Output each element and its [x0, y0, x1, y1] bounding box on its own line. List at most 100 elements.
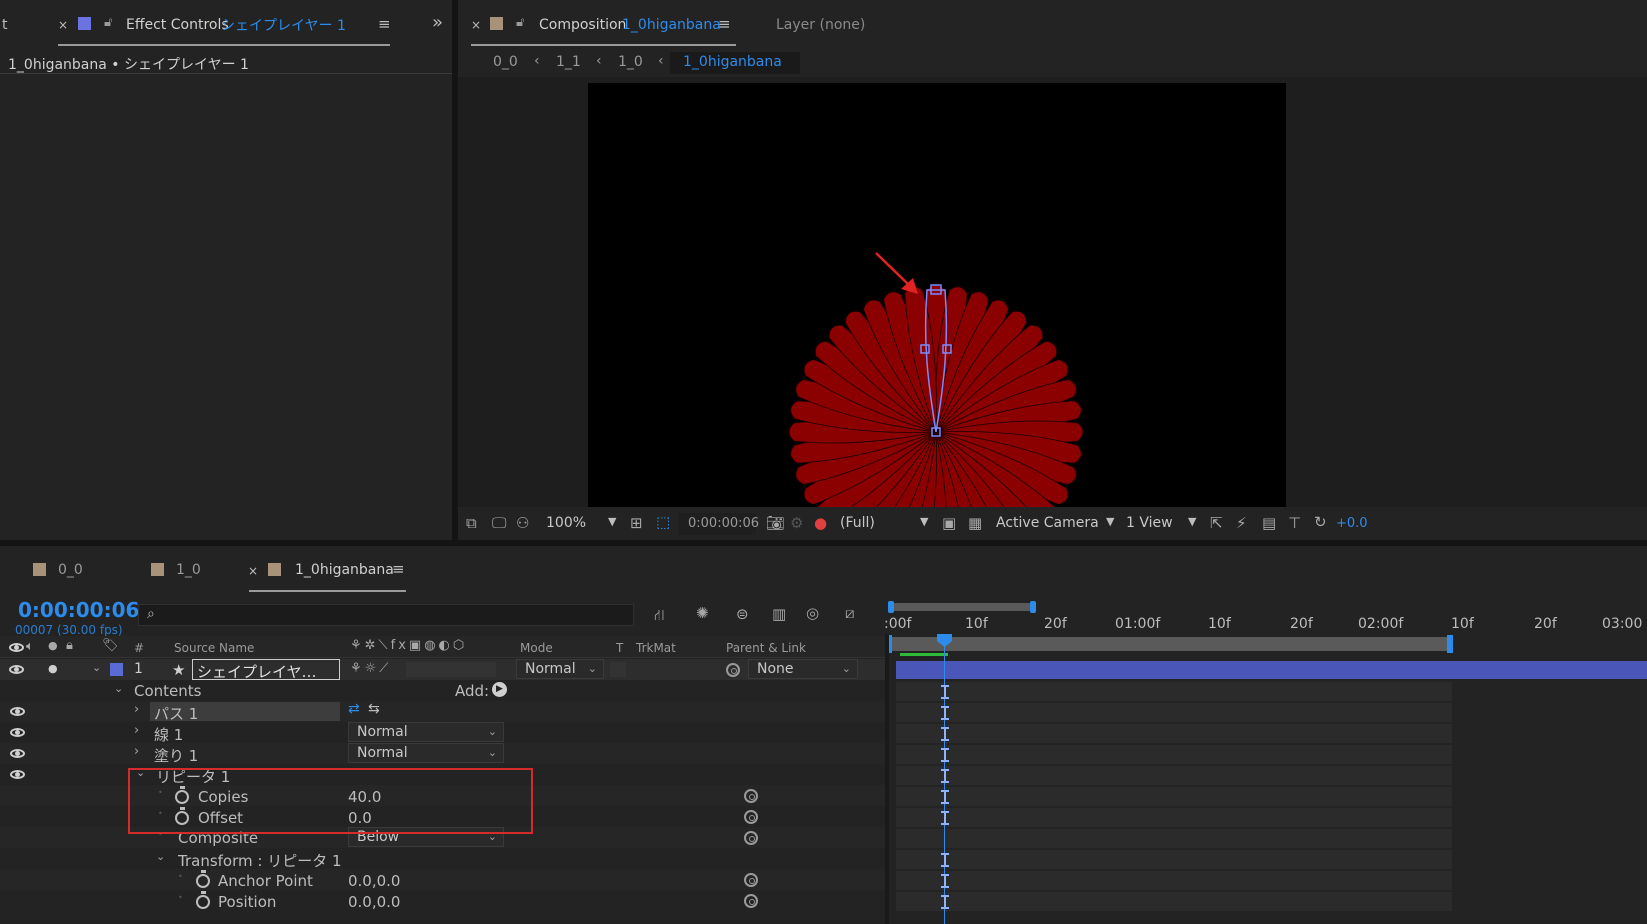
- chevron-down-icon[interactable]: ⌄: [156, 851, 165, 862]
- audio-icon[interactable]: 🔈︎: [26, 640, 34, 653]
- chevron-right-icon[interactable]: ›: [134, 745, 139, 758]
- property-visibility-icon[interactable]: [10, 707, 25, 716]
- parent-link-header[interactable]: Parent & Link: [726, 641, 806, 655]
- monitor-icon[interactable]: 🖵︎: [492, 516, 506, 531]
- composition-tab-name[interactable]: 1_0higanbana: [622, 17, 721, 33]
- label-tag-icon[interactable]: 🏷︎: [102, 639, 119, 652]
- camera-snapshot-icon[interactable]: 📷︎: [766, 516, 785, 531]
- panel-menu-icon[interactable]: ≡: [718, 15, 731, 33]
- chevron-down-icon[interactable]: ⌄: [114, 683, 123, 694]
- viewer-timecode[interactable]: 0:00:00:06: [688, 516, 759, 531]
- layer-label-color[interactable]: [110, 663, 123, 676]
- keyframe-marker[interactable]: [941, 853, 949, 867]
- show-snapshot-icon[interactable]: ⚙: [790, 516, 803, 531]
- timeline-tab[interactable]: 0_0: [58, 562, 83, 578]
- work-area-end-handle[interactable]: [1030, 601, 1036, 613]
- shy-layers-icon[interactable]: ⊜: [736, 607, 749, 622]
- close-tab-icon[interactable]: ×: [471, 18, 481, 32]
- solo-dot-icon[interactable]: ●: [48, 663, 58, 674]
- graph-editor-icon[interactable]: ⧄: [845, 606, 855, 621]
- keyframe-marker[interactable]: [941, 748, 949, 762]
- chevron-down-icon[interactable]: ▼: [608, 515, 616, 528]
- comp-canvas[interactable]: [588, 83, 1286, 507]
- keyframe-marker[interactable]: [941, 811, 949, 825]
- position-value[interactable]: 0.0,0.0: [348, 893, 400, 911]
- add-menu-icon[interactable]: ▶: [492, 682, 507, 697]
- stroke-mode-select[interactable]: Normal ⌄: [348, 722, 504, 742]
- timeline-pane-divider[interactable]: [885, 634, 889, 924]
- timeline-range-bar[interactable]: [889, 637, 1449, 651]
- layer-search-input[interactable]: ⌕: [138, 604, 634, 626]
- keyframe-marker[interactable]: [941, 895, 949, 909]
- switch-cell[interactable]: [406, 662, 496, 677]
- work-area-bar[interactable]: [892, 603, 1032, 611]
- layer-visibility-icon[interactable]: [9, 665, 24, 674]
- chevron-right-icon[interactable]: ›: [134, 724, 139, 737]
- stopwatch-icon[interactable]: [196, 870, 210, 888]
- range-end-handle[interactable]: [1447, 635, 1453, 653]
- composition-viewer[interactable]: [458, 77, 1647, 507]
- mode-header[interactable]: Mode: [520, 641, 553, 655]
- effect-controls-tab-label[interactable]: Effect Controls: [126, 17, 229, 33]
- color-channels-icon[interactable]: ●: [814, 516, 827, 531]
- close-tab-icon[interactable]: ×: [58, 18, 68, 32]
- timeline-tab[interactable]: 1_0: [176, 562, 201, 578]
- stopwatch-icon[interactable]: [196, 891, 210, 909]
- exposure-value[interactable]: +0.0: [1336, 516, 1368, 531]
- layer-row[interactable]: ● ⌄ 1 ★ シェイプレイヤ… ⚘☼⟋ Normal ⌄ None ⌄: [0, 659, 885, 681]
- trkmat-header[interactable]: TrkMat: [636, 641, 676, 655]
- close-tab-icon[interactable]: ×: [248, 564, 258, 578]
- keyframe-marker[interactable]: [941, 685, 949, 699]
- comp-crumb[interactable]: 1_0: [618, 54, 643, 70]
- property-visibility-icon[interactable]: [10, 728, 25, 737]
- keyframe-marker[interactable]: [941, 706, 949, 720]
- keyframe-marker[interactable]: [941, 790, 949, 804]
- property-visibility-icon[interactable]: [10, 770, 25, 779]
- position-row[interactable]: • Position 0.0,0.0: [0, 890, 885, 911]
- trkmat-cell[interactable]: [610, 662, 626, 677]
- pick-whip-icon[interactable]: [744, 831, 758, 845]
- fill-row[interactable]: › 塗り 1 Normal ⌄: [0, 743, 885, 765]
- work-area-start-handle[interactable]: [888, 601, 894, 613]
- layer-mode-select[interactable]: Normal ⌄: [516, 659, 604, 679]
- resolution-select[interactable]: (Full): [840, 515, 875, 531]
- panel-menu-icon[interactable]: ≡: [392, 560, 405, 578]
- fast-preview-icon[interactable]: ⚡: [1236, 516, 1247, 531]
- region-of-interest-icon[interactable]: ▣: [942, 516, 956, 531]
- frame-blending-icon[interactable]: ▥: [772, 607, 786, 622]
- layer-viewer-tab[interactable]: Layer (none): [776, 17, 865, 33]
- stroke-row[interactable]: › 線 1 Normal ⌄: [0, 722, 885, 744]
- partial-tab-label[interactable]: t: [2, 17, 8, 33]
- chevron-down-icon[interactable]: ⌄: [92, 662, 101, 673]
- chevron-down-icon[interactable]: ▼: [1106, 515, 1114, 528]
- expand-panels-icon[interactable]: »: [432, 12, 443, 33]
- path-row[interactable]: › パス 1 ⇄ ⇆: [0, 701, 885, 723]
- pick-whip-icon[interactable]: [726, 663, 740, 677]
- panel-menu-icon[interactable]: ≡: [378, 15, 391, 33]
- path-direction-reverse-icon[interactable]: ⇆: [368, 701, 380, 717]
- motion-blur-icon[interactable]: ◎: [806, 606, 819, 621]
- chevron-down-icon[interactable]: ▼: [1188, 515, 1196, 528]
- pick-whip-icon[interactable]: [744, 894, 758, 908]
- zoom-select[interactable]: 100%: [546, 515, 586, 531]
- lock-column-icon[interactable]: 🔒︎: [66, 639, 73, 652]
- draft-3d-icon[interactable]: ✺: [696, 606, 709, 621]
- source-name-header[interactable]: Source Name: [174, 641, 254, 655]
- pick-whip-icon[interactable]: [744, 810, 758, 824]
- anchor-point-row[interactable]: • Anchor Point 0.0,0.0: [0, 869, 885, 890]
- transparency-grid-icon[interactable]: ▦: [968, 516, 982, 531]
- chevron-down-icon[interactable]: ▼: [920, 515, 928, 528]
- pick-whip-icon[interactable]: [744, 789, 758, 803]
- comp-crumb[interactable]: 0_0: [493, 54, 518, 70]
- transform-row[interactable]: ⌄ Transform : リピータ 1: [0, 848, 885, 870]
- layer-name-field[interactable]: シェイプレイヤ…: [192, 659, 340, 681]
- video-visibility-icon[interactable]: [9, 643, 24, 652]
- keyframe-marker[interactable]: [941, 874, 949, 888]
- property-visibility-icon[interactable]: [10, 749, 25, 758]
- layer-switches-icons[interactable]: ⚘☼⟋: [350, 662, 391, 675]
- camera-select[interactable]: Active Camera: [996, 515, 1099, 531]
- solo-icon[interactable]: ●: [48, 640, 58, 651]
- lock-icon[interactable]: 🔓︎: [516, 15, 524, 30]
- timeline-icon[interactable]: ▤: [1262, 516, 1276, 531]
- fill-mode-select[interactable]: Normal ⌄: [348, 743, 504, 763]
